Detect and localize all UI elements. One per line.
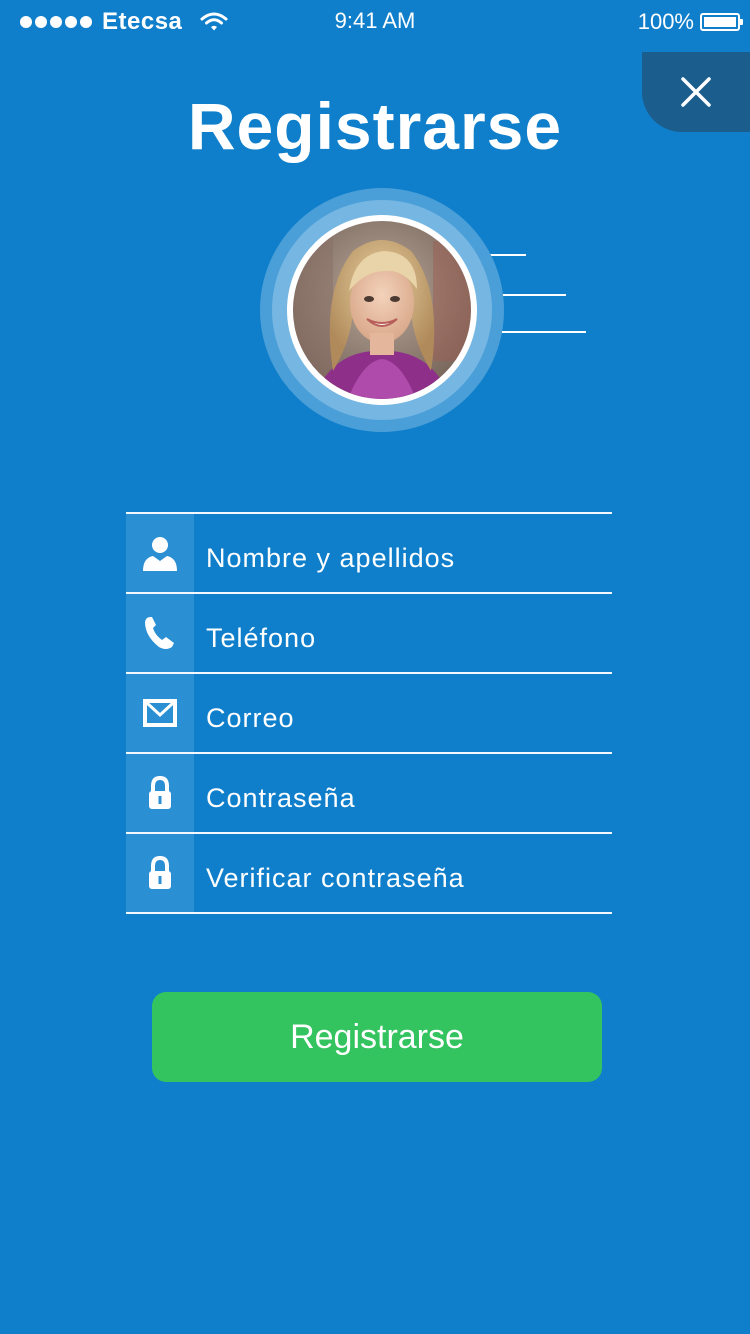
registration-form bbox=[126, 512, 612, 914]
status-right: 100% bbox=[637, 8, 743, 36]
phone-icon bbox=[126, 594, 194, 672]
email-field-row bbox=[126, 672, 612, 752]
lock-icon bbox=[126, 834, 194, 912]
status-bar: Etecsa 9:41 AM 100% bbox=[0, 0, 750, 44]
password-input[interactable] bbox=[194, 754, 612, 832]
phone-field-row bbox=[126, 592, 612, 672]
phone-input[interactable] bbox=[194, 594, 612, 672]
email-input[interactable] bbox=[194, 674, 612, 752]
register-button[interactable]: Registrarse bbox=[152, 992, 602, 1082]
battery-icon bbox=[700, 13, 743, 31]
mail-icon bbox=[126, 674, 194, 752]
profile-photo bbox=[293, 221, 471, 399]
name-field-row bbox=[126, 512, 612, 592]
user-icon bbox=[126, 514, 194, 592]
avatar[interactable] bbox=[260, 188, 504, 432]
verify-password-input[interactable] bbox=[194, 834, 612, 912]
name-input[interactable] bbox=[194, 514, 612, 592]
lock-icon bbox=[126, 754, 194, 832]
battery-percentage: 100% bbox=[637, 9, 694, 34]
verify-password-field-row bbox=[126, 832, 612, 914]
password-field-row bbox=[126, 752, 612, 832]
page-title: Registrarse bbox=[187, 89, 563, 163]
